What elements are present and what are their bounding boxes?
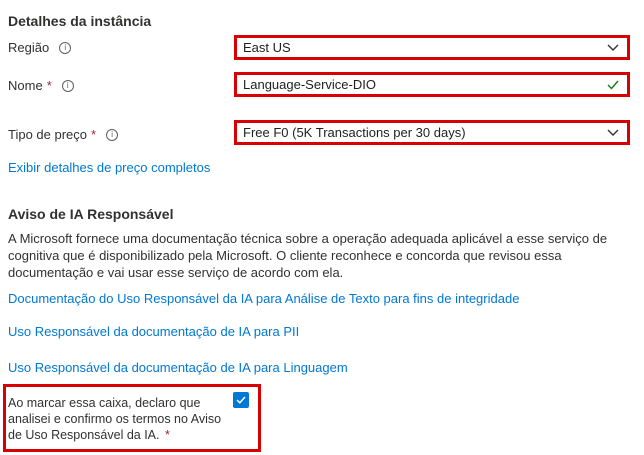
region-label-row: Região i xyxy=(8,40,72,55)
info-circle-icon[interactable]: i xyxy=(106,128,119,141)
info-circle-icon[interactable]: i xyxy=(59,41,72,54)
name-value: Language-Service-DIO xyxy=(243,77,376,92)
consent-label: Ao marcar essa caixa, declaro que analis… xyxy=(8,395,223,443)
pricing-select[interactable]: Free F0 (5K Transactions per 30 days) xyxy=(234,120,630,145)
pricing-label: Tipo de preço xyxy=(8,127,88,142)
responsible-ai-title: Aviso de IA Responsável xyxy=(8,206,174,222)
pricing-label-row: Tipo de preço * i xyxy=(8,127,119,142)
name-label-row: Nome * i xyxy=(8,78,74,93)
required-marker: * xyxy=(91,127,97,142)
region-select[interactable]: East US xyxy=(234,35,630,60)
info-circle-icon[interactable]: i xyxy=(61,79,74,92)
pii-rai-link[interactable]: Uso Responsável da documentação de IA pa… xyxy=(8,324,299,339)
pricing-value: Free F0 (5K Transactions per 30 days) xyxy=(243,125,466,140)
chevron-down-icon xyxy=(607,44,619,51)
required-marker: * xyxy=(46,78,52,93)
region-label: Região xyxy=(8,40,50,55)
chevron-down-icon xyxy=(607,129,619,136)
name-label: Nome xyxy=(8,78,43,93)
instance-details-title: Detalhes da instância xyxy=(8,13,152,29)
text-analytics-rai-link[interactable]: Documentação do Uso Responsável da IA pa… xyxy=(8,291,519,306)
required-marker: * xyxy=(164,428,170,442)
consent-text: Ao marcar essa caixa, declaro que analis… xyxy=(8,396,222,442)
consent-checkbox[interactable] xyxy=(233,392,249,408)
responsible-ai-description: A Microsoft fornece uma documentação téc… xyxy=(8,231,608,280)
checkmark-icon xyxy=(607,80,619,90)
language-rai-link[interactable]: Uso Responsável da documentação de IA pa… xyxy=(8,360,348,375)
checkmark-icon xyxy=(236,396,246,404)
name-input[interactable]: Language-Service-DIO xyxy=(234,72,630,97)
pricing-details-link[interactable]: Exibir detalhes de preço completos xyxy=(8,160,210,175)
region-value: East US xyxy=(243,40,291,55)
